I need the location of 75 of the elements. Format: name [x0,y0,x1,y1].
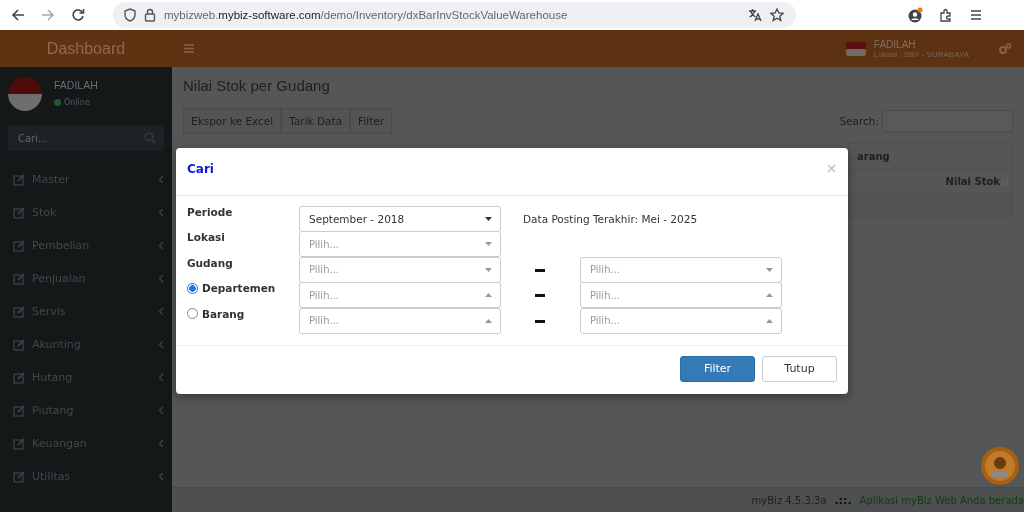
back-arrow-icon[interactable] [11,8,25,22]
chevron-left-icon [158,241,164,250]
posting-note: Data Posting Terakhir: Mei - 2025 [523,213,698,225]
shield-icon [124,8,136,22]
edit-icon [13,173,25,186]
caret-up-icon[interactable] [485,293,492,298]
mascot-avatar-icon[interactable] [981,447,1019,485]
dropdown[interactable]: Pilih... [299,282,501,309]
profile-icon[interactable] [907,7,923,23]
flag-avatar-icon [8,77,42,111]
user-name: FADILAH [54,79,98,91]
range-dash [535,294,545,298]
extensions-icon[interactable] [939,8,953,22]
caret-up-icon[interactable] [485,318,492,323]
caret-up-icon[interactable] [766,318,773,323]
close-button[interactable]: Tutup [762,355,837,382]
chevron-left-icon [158,472,164,481]
edit-icon [13,239,25,252]
dropdown[interactable]: Pilih... [299,231,501,258]
edit-icon [13,305,25,318]
field-label: Departemen [202,282,276,295]
field-label: Lokasi [187,231,225,244]
menu-icon[interactable] [184,44,194,53]
reload-icon[interactable] [71,8,85,22]
radio-button[interactable] [187,282,198,294]
chevron-left-icon [158,175,164,184]
chevron-left-icon [158,274,164,283]
edit-icon [13,404,25,417]
dropdown[interactable]: Pilih... [580,256,782,283]
chevron-left-icon [158,340,164,349]
address-bar[interactable]: mybizweb.mybiz-software.com/demo/Inventory/dxBarInvStockValueWarehouse [113,2,796,28]
user-name: FADILAH [873,38,917,50]
edit-icon [13,272,25,285]
gears-icon[interactable] [999,42,1011,55]
close-icon[interactable] [827,164,836,173]
dialog-title: Cari [187,161,214,176]
dropdown[interactable]: September - 2018 [299,206,501,232]
edit-icon [13,470,25,483]
dropdown[interactable]: Pilih... [299,307,501,334]
flag-avatar-icon [845,41,866,56]
url-text: mybizweb.mybiz-software.com/demo/Inventory/dxBarInvStockValueWarehouse [164,9,568,21]
field-label: Gudang [187,256,233,269]
separator-text: .::. [834,493,852,507]
caret-down-icon[interactable] [485,217,492,221]
user-status: Online [64,98,90,107]
edit-icon [13,338,25,351]
page-title: Nilai Stok per Gudang [183,77,331,94]
search-label: Search: [839,115,879,127]
chevron-left-icon [158,406,164,415]
forward-arrow-icon [41,8,55,22]
chevron-left-icon [158,307,164,316]
search-field[interactable]: Cari... [8,125,164,151]
caret-up-icon[interactable] [766,293,773,298]
edit-icon [13,371,25,384]
translate-icon[interactable] [748,8,762,22]
star-icon[interactable] [770,8,784,22]
chevron-left-icon [158,208,164,217]
range-dash [535,268,545,272]
edit-icon [13,206,25,219]
filter-button[interactable]: Filter [680,355,755,382]
chevron-left-icon [158,373,164,382]
lock-icon [144,8,156,22]
range-dash [535,319,545,323]
dropdown[interactable]: Pilih... [299,256,501,283]
edit-icon [13,437,25,450]
field-label: Periode [187,206,233,218]
dropdown[interactable]: Pilih... [580,282,782,309]
status-dot-icon [54,99,61,106]
brand-title: Dashboard [0,30,172,67]
menu-icon[interactable] [969,8,983,22]
dropdown[interactable]: Pilih... [580,307,782,334]
column-header: arang [849,144,1012,169]
chevron-left-icon [158,439,164,448]
field-label: Barang [202,307,245,320]
status-message: Aplikasi myBiz Web Anda berada [859,494,1024,506]
